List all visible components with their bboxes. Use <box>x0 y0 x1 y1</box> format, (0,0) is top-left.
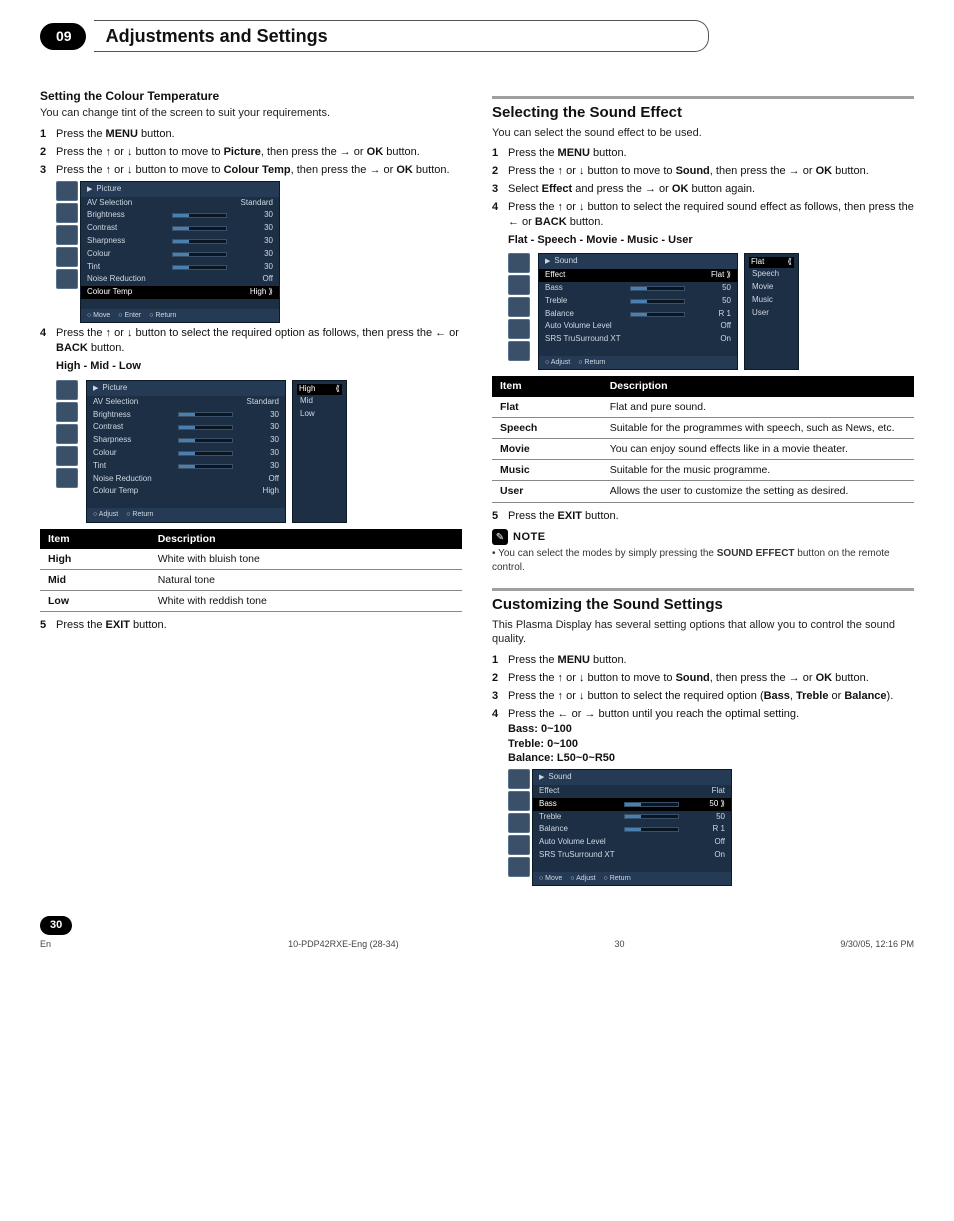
section-sound-effect: Selecting the Sound Effect <box>492 96 914 123</box>
step-text: Press the EXIT button. <box>56 618 462 633</box>
sound-effect-table: ItemDescription FlatFlat and pure sound.… <box>492 376 914 502</box>
note-text: You can select the modes by simply press… <box>492 547 914 574</box>
intro-text: You can change tint of the screen to sui… <box>40 106 462 121</box>
osd-picture-menu: PictureAV SelectionStandardBrightness30C… <box>56 181 462 324</box>
osd-sound-effect: SoundEffectFlatBass50Treble50BalanceR 1A… <box>508 253 914 370</box>
chapter-number: 09 <box>40 23 86 50</box>
step-text: Press the ↑ or ↓ button to move to Colou… <box>56 163 462 178</box>
chapter-header: 09 Adjustments and Settings <box>40 20 914 52</box>
intro-text: This Plasma Display has several setting … <box>492 618 914 648</box>
osd-sound-custom: SoundEffectFlatBass50Treble50BalanceR 1A… <box>508 769 914 886</box>
step-text: Press the EXIT button. <box>508 509 914 524</box>
chapter-title: Adjustments and Settings <box>94 20 709 52</box>
step-text: Press the ← or → button until you reach … <box>508 707 914 766</box>
intro-text: You can select the sound effect to be us… <box>492 126 914 141</box>
note-icon: ✎ <box>492 529 508 545</box>
page-footer: 30 En 10-PDP42RXE-Eng (28-34) 30 9/30/05… <box>40 916 914 950</box>
step-text: Press the MENU button. <box>56 127 462 142</box>
step-text: Press the ↑ or ↓ button to move to Sound… <box>508 164 914 179</box>
colour-temp-table: ItemDescription HighWhite with bluish to… <box>40 529 462 613</box>
steps-list: 1Press the MENU button. 2Press the ↑ or … <box>40 127 462 178</box>
note-heading: ✎ NOTE <box>492 529 914 545</box>
step-text: Press the MENU button. <box>508 146 914 161</box>
page-number: 30 <box>40 916 72 935</box>
step-text: Press the ↑ or ↓ button to move to Pictu… <box>56 145 462 160</box>
step-text: Press the ↑ or ↓ button to select the re… <box>508 200 914 230</box>
step-text: Press the ↑ or ↓ button to move to Sound… <box>508 671 914 686</box>
left-column: Setting the Colour Temperature You can c… <box>40 82 462 886</box>
osd-picture-popup: PictureAV SelectionStandardBrightness30C… <box>56 380 462 523</box>
page-lang: En <box>40 938 72 950</box>
footer-file: 10-PDP42RXE-Eng (28-34) <box>288 938 399 950</box>
right-column: Selecting the Sound Effect You can selec… <box>492 82 914 886</box>
step-text: Press the ↑ or ↓ button to select the re… <box>508 689 914 704</box>
options: High - Mid - Low <box>56 359 462 374</box>
footer-timestamp: 9/30/05, 12:16 PM <box>840 938 914 950</box>
footer-printpage: 30 <box>615 938 625 950</box>
section-customizing-sound: Customizing the Sound Settings <box>492 588 914 615</box>
options: Flat - Speech - Movie - Music - User <box>508 233 914 248</box>
step-text: Press the MENU button. <box>508 653 914 668</box>
subsection-colour-temp: Setting the Colour Temperature <box>40 88 462 104</box>
step-text: Select Effect and press the → or OK butt… <box>508 182 914 197</box>
step-text: Press the ↑ or ↓ button to select the re… <box>56 326 462 356</box>
